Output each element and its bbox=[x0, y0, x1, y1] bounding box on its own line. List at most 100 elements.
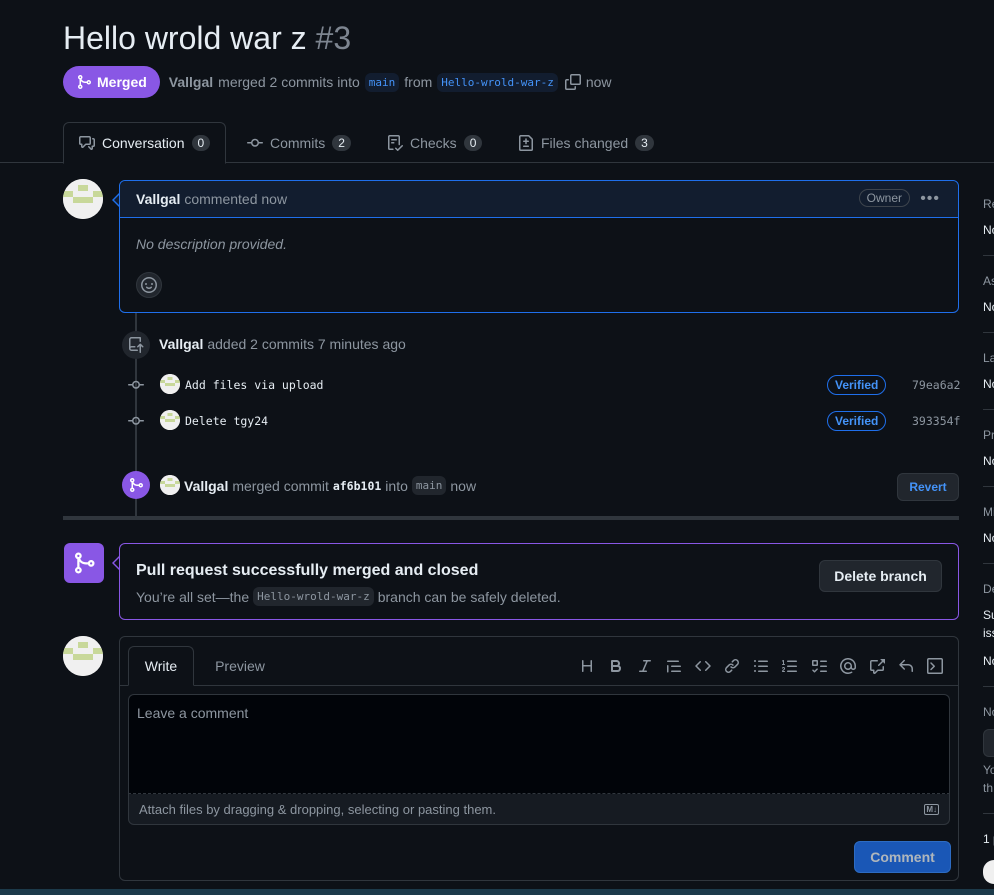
event-author[interactable]: Vallgal bbox=[184, 478, 228, 494]
avatar[interactable] bbox=[63, 636, 103, 676]
file-diff-icon bbox=[519, 134, 533, 151]
comment-textarea[interactable]: Leave a comment bbox=[128, 694, 950, 794]
comment-composer: Write Preview Leave a comment Attach fil… bbox=[119, 636, 959, 881]
sidebar-reviewers-value: No bbox=[983, 223, 994, 237]
merge-sub-suffix: branch can be safely deleted. bbox=[377, 588, 561, 605]
commit-message[interactable]: Add files via upload bbox=[185, 378, 323, 392]
pr-tabs: Conversation 0 Commits 2 Checks 0 Files … bbox=[0, 122, 994, 164]
tab-count: 2 bbox=[332, 134, 351, 151]
avatar[interactable] bbox=[160, 410, 180, 430]
commit-sha[interactable]: 393354f bbox=[912, 414, 960, 428]
tab-label: Conversation bbox=[102, 135, 185, 151]
checklist-icon bbox=[388, 134, 403, 151]
tab-count: 3 bbox=[635, 134, 654, 151]
tab-files-changed[interactable]: Files changed 3 bbox=[503, 122, 669, 163]
comment-author[interactable]: Vallgal bbox=[136, 191, 180, 207]
unordered-list-icon[interactable] bbox=[746, 656, 775, 676]
into-text: into bbox=[385, 477, 408, 494]
author-link[interactable]: Vallgal bbox=[169, 74, 213, 90]
ordered-list-icon[interactable] bbox=[775, 656, 804, 676]
avatar[interactable] bbox=[160, 475, 180, 495]
commit-message[interactable]: Delete tgy24 bbox=[185, 414, 268, 428]
git-commit-icon bbox=[128, 380, 144, 389]
avatar[interactable] bbox=[63, 179, 103, 219]
sidebar-development-text2: iss bbox=[983, 626, 994, 640]
tab-preview[interactable]: Preview bbox=[200, 646, 280, 686]
verified-badge[interactable]: Verified bbox=[827, 411, 887, 431]
add-reaction-button[interactable] bbox=[136, 272, 162, 298]
bold-icon[interactable] bbox=[601, 656, 630, 676]
link-icon[interactable] bbox=[717, 656, 746, 676]
head-branch[interactable]: Hello-wrold-war-z bbox=[253, 587, 374, 606]
verified-badge[interactable]: Verified bbox=[827, 375, 887, 395]
pr-number: #3 bbox=[315, 20, 352, 56]
heading-icon[interactable] bbox=[572, 656, 601, 676]
tab-count: 0 bbox=[463, 134, 483, 151]
merge-status-title: Pull request successfully merged and clo… bbox=[136, 562, 479, 579]
git-commit-icon bbox=[247, 138, 263, 147]
sidebar-development-value: No bbox=[983, 654, 994, 668]
merged-event: Vallgal merged commit af6b101 into main … bbox=[184, 476, 476, 495]
tab-write[interactable]: Write bbox=[128, 646, 194, 686]
sidebar-milestone-label[interactable]: Mi bbox=[983, 505, 994, 519]
sidebar-development-label[interactable]: De bbox=[983, 582, 994, 596]
comment-submit-button[interactable]: Comment bbox=[854, 841, 951, 873]
merged-commit-sha[interactable]: af6b101 bbox=[333, 479, 381, 493]
pr-meta: Merged Vallgal merged 2 commits into mai… bbox=[63, 66, 612, 98]
markdown-icon[interactable]: M↓ bbox=[924, 803, 939, 815]
italic-icon[interactable] bbox=[630, 656, 659, 676]
from-text: from bbox=[404, 74, 433, 90]
copy-icon[interactable] bbox=[564, 74, 581, 90]
tab-label: Checks bbox=[410, 134, 457, 151]
merge-status-icon bbox=[64, 543, 104, 583]
git-commit-icon bbox=[128, 416, 144, 425]
git-merge-icon bbox=[75, 552, 95, 574]
into-branch[interactable]: main bbox=[411, 476, 447, 495]
slash-commands-icon[interactable] bbox=[920, 656, 949, 676]
commit-sha[interactable]: 79ea6a2 bbox=[912, 378, 960, 392]
tab-conversation[interactable]: Conversation 0 bbox=[63, 122, 227, 164]
revert-button[interactable]: Revert bbox=[897, 473, 959, 501]
smiley-icon bbox=[141, 277, 157, 293]
task-list-icon[interactable] bbox=[804, 656, 833, 676]
pr-title: Hello wrold war z #3 bbox=[63, 20, 351, 57]
quote-icon[interactable] bbox=[659, 656, 688, 676]
code-icon[interactable] bbox=[688, 656, 717, 676]
tab-checks[interactable]: Checks 0 bbox=[372, 122, 497, 163]
comment-body: No description provided. bbox=[136, 236, 287, 252]
sidebar-projects-label[interactable]: Pr bbox=[983, 428, 994, 442]
pr-description-comment: Vallgal commented now Owner ••• No descr… bbox=[119, 180, 959, 313]
sidebar-labels-label[interactable]: La bbox=[983, 351, 994, 365]
event-author[interactable]: Vallgal bbox=[159, 336, 203, 352]
sidebar-reviewers-label[interactable]: Re bbox=[983, 197, 994, 211]
merge-time: now bbox=[585, 74, 612, 90]
merge-status-subtitle: You’re all set—the Hello-wrold-war-z bra… bbox=[136, 587, 561, 606]
mention-icon[interactable] bbox=[833, 656, 862, 676]
sidebar-divider bbox=[983, 409, 994, 410]
head-branch[interactable]: Hello-wrold-war-z bbox=[437, 72, 558, 92]
delete-branch-button[interactable]: Delete branch bbox=[819, 560, 942, 592]
tab-label: Files changed bbox=[541, 134, 629, 151]
avatar[interactable] bbox=[983, 860, 994, 884]
markdown-toolbar bbox=[572, 656, 949, 676]
sidebar-divider bbox=[983, 563, 994, 564]
sidebar-assignees-value: No bbox=[983, 300, 994, 314]
event-text: merged commit bbox=[232, 477, 329, 494]
repo-push-icon bbox=[129, 337, 144, 353]
sidebar-assignees-label[interactable]: As bbox=[983, 274, 994, 288]
file-attachment-area[interactable]: Attach files by dragging & dropping, sel… bbox=[128, 794, 950, 825]
base-branch[interactable]: main bbox=[364, 72, 400, 92]
kebab-horizontal-icon[interactable]: ••• bbox=[920, 190, 940, 208]
sidebar-projects-value: No bbox=[983, 454, 994, 468]
cross-reference-icon[interactable] bbox=[862, 656, 891, 676]
avatar[interactable] bbox=[160, 374, 180, 394]
tab-commits[interactable]: Commits 2 bbox=[232, 122, 366, 163]
sidebar-notifications-label: No bbox=[983, 705, 994, 719]
sidebar-divider bbox=[983, 813, 994, 814]
timeline-badge bbox=[122, 331, 150, 359]
pr-title-text: Hello wrold war z bbox=[63, 20, 307, 56]
saved-reply-icon[interactable] bbox=[891, 656, 920, 676]
sidebar-participants-label: 1 p bbox=[983, 832, 994, 846]
subscribe-button[interactable] bbox=[983, 729, 994, 757]
git-merge-icon bbox=[78, 75, 92, 89]
